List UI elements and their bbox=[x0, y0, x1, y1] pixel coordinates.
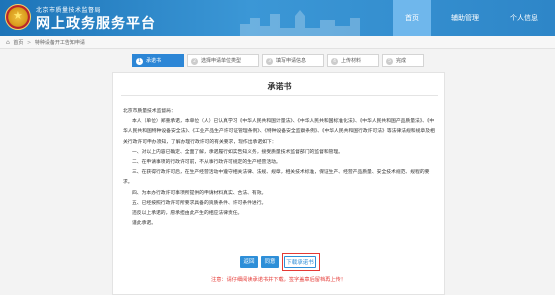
step-fill-application: 3 填写申请信息 bbox=[262, 54, 324, 67]
top-header: 北京市质量技术监督局 网上政务服务平台 首页 辅助管理 个人信息 bbox=[0, 0, 555, 36]
step-number: 4 bbox=[331, 58, 338, 65]
step-complete: 5 完成 bbox=[382, 54, 424, 67]
commitment-letter: 北京市质量技术监督局： 本人（单位）郑重承诺，本单位（人）已认真学习《中华人民共… bbox=[123, 107, 436, 229]
step-label: 选择申请单位类型 bbox=[201, 58, 242, 64]
step-select-applicant-type: 2 选择申请单位类型 bbox=[187, 54, 259, 67]
breadcrumb: ⌂ 首页 > 特种设备开工告知申请 bbox=[0, 36, 555, 49]
letter-salutation: 北京市质量技术监督局： bbox=[123, 109, 176, 114]
letter-item-2: 二、在申请事项的行政许可前，不从事行政许可规定的生产经营活动。 bbox=[132, 160, 281, 166]
step-number: 3 bbox=[266, 58, 273, 65]
letter-closing: 谨此承诺。 bbox=[132, 221, 156, 227]
city-skyline-decoration bbox=[240, 10, 360, 36]
nav-home[interactable]: 首页 bbox=[393, 0, 431, 36]
home-icon: ⌂ bbox=[6, 39, 10, 46]
step-number: 5 bbox=[386, 58, 393, 65]
step-commitment: 1 承诺书 bbox=[132, 54, 184, 67]
step-label: 承诺书 bbox=[146, 58, 162, 64]
nav-auxiliary-management[interactable]: 辅助管理 bbox=[441, 0, 489, 36]
progress-steps: 1 承诺书 2 选择申请单位类型 3 填写申请信息 4 上传材料 5 完成 bbox=[132, 54, 424, 67]
letter-item-3: 三、在获得行政许可后，在生产经营活动中遵守相关法律、法规、规章，相关技术标准，保… bbox=[123, 170, 430, 186]
step-label: 完成 bbox=[396, 58, 407, 64]
title-divider bbox=[121, 95, 438, 96]
breadcrumb-home[interactable]: 首页 bbox=[13, 40, 23, 46]
step-label: 上传材料 bbox=[341, 58, 362, 64]
download-highlight-box bbox=[282, 253, 320, 271]
step-label: 填写申请信息 bbox=[276, 58, 307, 64]
site-title: 网上政务服务平台 bbox=[36, 16, 156, 32]
agree-button[interactable]: 同意 bbox=[261, 256, 279, 268]
warning-notice: 注意：请仔细阅读承诺书并下载，签字盖章后留档再上传！ bbox=[211, 277, 346, 283]
back-button[interactable]: 返回 bbox=[240, 256, 258, 268]
breadcrumb-separator: > bbox=[27, 40, 32, 46]
nav-personal-info[interactable]: 个人信息 bbox=[499, 0, 549, 36]
step-number: 1 bbox=[136, 58, 143, 65]
letter-title: 承诺书 bbox=[267, 82, 292, 91]
letter-paragraph-liability: 违反以上承诺的，愿承担由此产生的相应法律责任。 bbox=[132, 211, 243, 217]
step-number: 2 bbox=[191, 58, 198, 65]
letter-item-5: 五、已经按照行政许可所要求具备的资质条件、许可条件进行。 bbox=[132, 200, 267, 206]
national-emblem-icon bbox=[5, 4, 31, 30]
step-upload-materials: 4 上传材料 bbox=[327, 54, 379, 67]
letter-paragraph-intro: 本人（单位）郑重承诺，本单位（人）已认真学习《中华人民共和国计量法》、《中华人民… bbox=[123, 119, 435, 145]
letter-item-1: 一、对以上内容已确定、全面了解，承诺履行如实告知义务，接受质量技术监督部门的监督… bbox=[132, 149, 344, 155]
breadcrumb-current: 特种设备开工告知申请 bbox=[34, 40, 85, 46]
letter-item-4: 四、为本办行政许可事项所提供的申请材料真实、合法、有效。 bbox=[132, 190, 267, 196]
